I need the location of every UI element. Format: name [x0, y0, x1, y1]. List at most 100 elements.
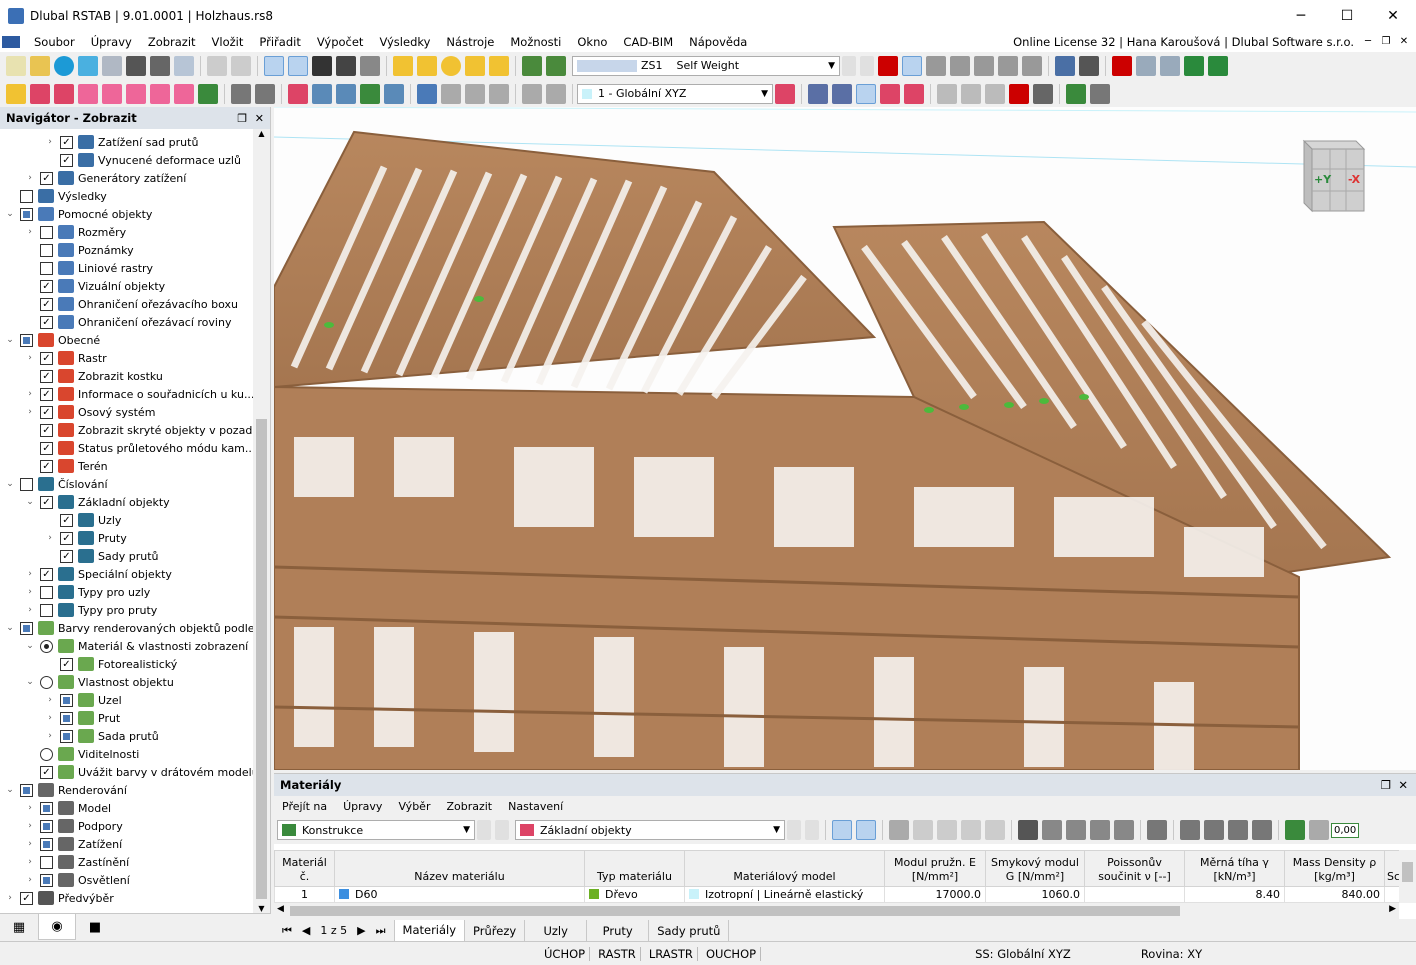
- tree-item[interactable]: › Zastínění: [24, 853, 129, 871]
- navigator-close-icon[interactable]: ❐ ✕: [237, 112, 264, 125]
- checkbox[interactable]: [40, 855, 53, 869]
- status-uchop[interactable]: ÚCHOP: [540, 946, 591, 961]
- script-icon[interactable]: [336, 55, 356, 76]
- move-icon[interactable]: [231, 83, 251, 104]
- tree-item[interactable]: › Zatížení: [24, 835, 122, 853]
- menu-cad-bim[interactable]: CAD-BIM: [615, 35, 681, 49]
- tree-item[interactable]: › Typy pro uzly: [24, 583, 150, 601]
- status-rastr[interactable]: RASTR: [594, 946, 641, 961]
- navigator-scrollbar[interactable]: ▲ ▼: [253, 129, 270, 913]
- line-style-icon[interactable]: [1090, 83, 1110, 104]
- chevron-down-icon[interactable]: ⌄: [24, 677, 36, 687]
- checkbox[interactable]: [20, 207, 33, 221]
- scale-icon[interactable]: [1079, 55, 1099, 76]
- table-cell-G[interactable]: 1060.0: [985, 886, 1085, 903]
- undo-icon[interactable]: [207, 55, 227, 76]
- target-icon[interactable]: [441, 55, 461, 76]
- tab-views-camera-icon[interactable]: ■: [76, 914, 114, 940]
- checkbox[interactable]: ✓: [60, 153, 73, 167]
- print-icon[interactable]: [150, 55, 170, 76]
- menu-vysledky[interactable]: Výsledky: [371, 35, 438, 49]
- checkbox[interactable]: [40, 243, 53, 257]
- table-cell-nu[interactable]: [1084, 886, 1185, 903]
- print-graphic-icon[interactable]: [174, 55, 194, 76]
- checkbox[interactable]: ✓: [40, 495, 53, 509]
- panel-menu-view[interactable]: Zobrazit: [438, 800, 500, 813]
- select-tree-icon[interactable]: [198, 83, 218, 104]
- view-iso-icon[interactable]: [808, 83, 828, 104]
- mdi-minimize-button[interactable]: ─: [1360, 34, 1376, 50]
- next-arrow-icon[interactable]: [860, 55, 874, 76]
- next-page-icon[interactable]: ▶: [357, 924, 365, 937]
- close-button[interactable]: ✕: [1370, 0, 1416, 31]
- checkbox[interactable]: [40, 873, 53, 887]
- next-arrow-icon[interactable]: [495, 820, 509, 840]
- chevron-right-icon[interactable]: ›: [24, 857, 36, 867]
- chevron-down-icon[interactable]: ⌄: [4, 209, 16, 219]
- menu-zobrazit[interactable]: Zobrazit: [140, 35, 204, 49]
- table-cell-name[interactable]: D60: [334, 886, 585, 903]
- checkbox[interactable]: [20, 783, 33, 797]
- checkbox[interactable]: [40, 819, 53, 833]
- copy-xyz-icon[interactable]: [255, 83, 275, 104]
- delete-row-icon[interactable]: [1018, 820, 1038, 840]
- tree-item[interactable]: Viditelnosti: [24, 745, 139, 763]
- select-set-icon[interactable]: [78, 83, 98, 104]
- column-header[interactable]: Materiálový model: [684, 850, 885, 887]
- checkbox[interactable]: [20, 477, 33, 491]
- distribute-icon[interactable]: [546, 83, 566, 104]
- checkbox[interactable]: [40, 603, 53, 617]
- checkbox[interactable]: [60, 729, 73, 743]
- console-icon[interactable]: [312, 55, 332, 76]
- chevron-right-icon[interactable]: ›: [24, 227, 36, 237]
- text-icon[interactable]: [489, 55, 509, 76]
- chevron-right-icon[interactable]: ›: [24, 173, 36, 183]
- add-row-icon[interactable]: [937, 820, 957, 840]
- menu-moznosti[interactable]: Možnosti: [502, 35, 569, 49]
- checkbox[interactable]: ✓: [40, 315, 53, 329]
- checkbox[interactable]: ✓: [40, 423, 53, 437]
- select-support-icon[interactable]: [102, 83, 122, 104]
- print-report-icon[interactable]: [102, 55, 122, 76]
- panel-menu-select[interactable]: Výběr: [390, 800, 438, 813]
- clear-results-icon[interactable]: [1112, 55, 1132, 76]
- tree-item[interactable]: ⌄ Vlastnost objektu: [24, 673, 174, 691]
- structure-select[interactable]: Konstrukce ▼: [277, 820, 475, 840]
- menu-napoveda[interactable]: Nápověda: [681, 35, 755, 49]
- insert-row-icon[interactable]: [913, 820, 933, 840]
- tree-item[interactable]: › Osvětlení: [24, 871, 130, 889]
- checkbox[interactable]: ✓: [40, 171, 53, 185]
- hscroll-thumb[interactable]: [290, 906, 1180, 916]
- table-view-icon[interactable]: [889, 820, 909, 840]
- column-header[interactable]: Modul pružn. E [N/mm²]: [884, 850, 986, 887]
- checkbox[interactable]: [60, 711, 73, 725]
- load-case-select[interactable]: ZS1 Self Weight ▼: [572, 55, 840, 76]
- chevron-right-icon[interactable]: ›: [24, 605, 36, 615]
- model-check-icon[interactable]: [393, 55, 413, 76]
- chevron-down-icon[interactable]: ⌄: [4, 623, 16, 633]
- select-line-icon[interactable]: [54, 83, 74, 104]
- tree-item[interactable]: ✓ Vynucené deformace uzlů: [44, 151, 241, 169]
- tree-item[interactable]: › ✓ Zatížení sad prutů: [44, 133, 198, 151]
- table-vscroll[interactable]: [1399, 850, 1416, 903]
- chevron-right-icon[interactable]: ›: [44, 731, 56, 741]
- results-x-icon[interactable]: [950, 55, 970, 76]
- tree-item[interactable]: ⌄ Pomocné objekty: [4, 205, 152, 223]
- tree-item[interactable]: › Uzel: [44, 691, 122, 709]
- sum-value[interactable]: 0,00: [1331, 822, 1360, 838]
- checkbox[interactable]: [40, 585, 53, 599]
- chevron-right-icon[interactable]: ›: [24, 407, 36, 417]
- menu-priradit[interactable]: Přiřadit: [251, 35, 308, 49]
- coordinate-system-select[interactable]: 1 - Globální XYZ ▼: [577, 83, 773, 104]
- delete-all-icon[interactable]: [1066, 820, 1086, 840]
- tree-item[interactable]: Liniové rastry: [24, 259, 153, 277]
- tree-item[interactable]: › ✓ Pruty: [44, 529, 127, 547]
- render-box-icon[interactable]: [1136, 55, 1156, 76]
- mdi-close-button[interactable]: ✕: [1396, 34, 1412, 50]
- copy-row-icon[interactable]: [961, 820, 981, 840]
- table-row[interactable]: 1 D60 Dřevo Izotropní | Lineárně elastický 1…: [274, 886, 1404, 903]
- tree-item[interactable]: ✓ Uvážit barvy v drátovém modelu: [24, 763, 254, 781]
- checkbox[interactable]: ✓: [40, 369, 53, 383]
- renumber-icon[interactable]: [1114, 820, 1134, 840]
- results-xyz-icon[interactable]: [926, 55, 946, 76]
